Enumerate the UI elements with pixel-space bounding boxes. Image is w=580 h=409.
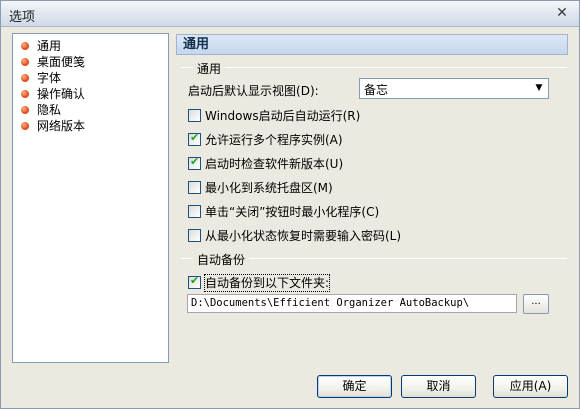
option-checkbox[interactable] <box>188 205 201 218</box>
option-label: 允许运行多个程序实例(A) <box>205 133 343 147</box>
option-checkbox[interactable] <box>188 229 201 242</box>
browse-button[interactable]: ... <box>523 294 549 314</box>
option-checkbox[interactable] <box>188 274 201 289</box>
sidebar-item-label: 通用 <box>37 39 62 53</box>
group-label-backup: 自动备份 <box>193 251 250 268</box>
window-title: 选项 <box>9 10 36 25</box>
options-dialog: 选项 ✕ 通用 桌面便笺 字体 操作确认 隐私 网络版本 通用 通用 启动后默认… <box>0 0 580 409</box>
sidebar-item-privacy[interactable]: 隐私 <box>13 102 168 118</box>
option-label: 单击“关闭”按钮时最小化程序(C) <box>205 205 380 219</box>
option-label: 最小化到系统托盘区(M) <box>205 181 333 195</box>
sidebar-item-label: 操作确认 <box>37 87 86 101</box>
option-label: Windows启动后自动运行(R) <box>205 109 361 123</box>
sidebar-item-label: 字体 <box>37 71 62 85</box>
section-title: 通用 <box>176 34 568 55</box>
ok-button[interactable]: 确定 <box>317 375 392 398</box>
option-checkbox[interactable] <box>188 181 201 194</box>
sidebar-item-confirmation[interactable]: 操作确认 <box>13 86 168 102</box>
sidebar-item-desktop-notes[interactable]: 桌面便笺 <box>13 54 168 70</box>
title-bar[interactable]: 选项 ✕ <box>1 1 579 27</box>
sidebar-item-network[interactable]: 网络版本 <box>13 118 168 134</box>
group-label-general: 通用 <box>193 60 226 77</box>
startup-view-label-text: 启动后默认显示视图 <box>188 84 297 98</box>
option-checkbox[interactable] <box>188 155 201 170</box>
group-divider <box>181 67 567 68</box>
sidebar-item-font[interactable]: 字体 <box>13 70 168 86</box>
startup-view-shortcut: (D): <box>296 84 319 98</box>
option-label: 自动备份到以下文件夹: <box>203 274 331 292</box>
category-list[interactable]: 通用 桌面便笺 字体 操作确认 隐私 网络版本 <box>12 33 169 363</box>
backup-path-input[interactable]: D:\Documents\Efficient Organizer AutoBac… <box>187 294 517 313</box>
bullet-icon <box>21 122 29 130</box>
close-icon[interactable]: ✕ <box>553 5 571 22</box>
bullet-icon <box>21 90 29 98</box>
option-label: 启动时检查软件新版本(U) <box>205 157 344 171</box>
startup-view-select[interactable]: 备忘 ▼ <box>359 78 549 99</box>
bullet-icon <box>21 106 29 114</box>
sidebar-item-label: 网络版本 <box>37 119 86 133</box>
apply-button[interactable]: 应用(A) <box>493 375 568 398</box>
bullet-icon <box>21 58 29 66</box>
dropdown-arrow-icon[interactable]: ▼ <box>531 80 547 97</box>
option-checkbox[interactable] <box>188 131 201 146</box>
option-label: 从最小化状态恢复时需要输入密码(L) <box>205 229 402 243</box>
bullet-icon <box>21 74 29 82</box>
cancel-button[interactable]: 取消 <box>401 375 476 398</box>
sidebar-item-general[interactable]: 通用 <box>13 38 168 54</box>
sidebar-item-label: 隐私 <box>37 103 62 117</box>
option-checkbox[interactable] <box>188 109 201 122</box>
startup-view-label: 启动后默认显示视图(D): <box>188 82 319 99</box>
startup-view-value: 备忘 <box>364 83 389 97</box>
bullet-icon <box>21 42 29 50</box>
sidebar-item-label: 桌面便笺 <box>37 55 86 69</box>
